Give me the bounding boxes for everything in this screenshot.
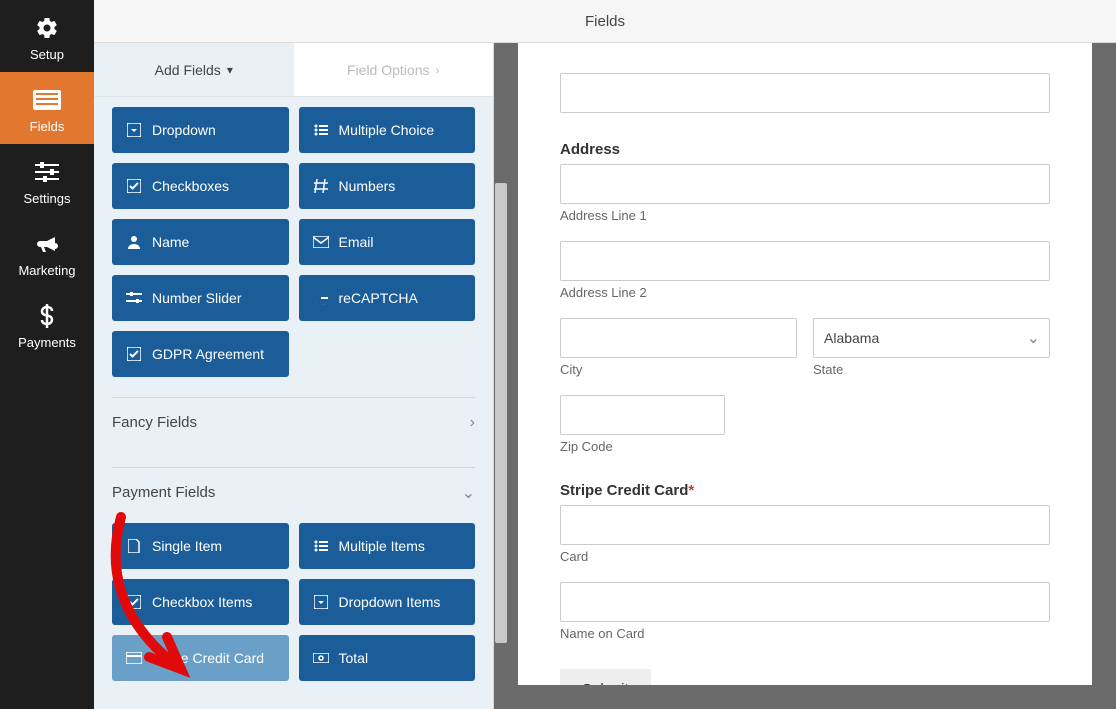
bullhorn-icon [35,231,59,257]
address-line1-input[interactable] [560,164,1050,204]
chevron-right-icon: › [435,63,439,77]
main-area: Fields Add Fields ▾ Field Options › Drop… [94,0,1116,709]
chevron-right-icon: › [470,414,475,432]
sidebar-item-marketing[interactable]: Marketing [0,216,94,288]
card-sub: Card [560,549,1050,564]
field-dropdown[interactable]: Dropdown [112,107,289,153]
chevron-down-icon: ▾ [227,63,233,77]
field-checkbox-items[interactable]: Checkbox Items [112,579,289,625]
list-icon [313,538,329,554]
fields-scroll[interactable]: Dropdown Multiple Choice Checkboxes Numb… [94,97,493,709]
sliders-h-icon [126,290,142,306]
form-canvas: Address Address Line 1 Address Line 2 Ci… [518,43,1092,685]
field-checkboxes[interactable]: Checkboxes [112,163,289,209]
card-input[interactable] [560,505,1050,545]
submit-button[interactable]: Submit [560,669,651,685]
field-single-item[interactable]: Single Item [112,523,289,569]
field-multiple-choice[interactable]: Multiple Choice [299,107,476,153]
field-gdpr[interactable]: GDPR Agreement [112,331,289,377]
fields-panel: Add Fields ▾ Field Options › Dropdown Mu… [94,43,494,709]
google-icon [313,290,329,306]
field-name[interactable]: Name [112,219,289,265]
dollar-icon [39,303,55,329]
field-recaptcha[interactable]: reCAPTCHA [299,275,476,321]
field-email[interactable]: Email [299,219,476,265]
section-fancy-fields[interactable]: Fancy Fields › [112,397,475,447]
sidebar-item-payments[interactable]: Payments [0,288,94,360]
address-label: Address [560,141,1050,158]
sidebar-label: Marketing [18,263,75,278]
check-square-icon [126,346,142,362]
zip-input[interactable] [560,395,725,435]
page-title: Fields [585,13,625,30]
caret-square-icon [313,594,329,610]
stripe-label: Stripe Credit Card* [560,482,1050,499]
sidebar-label: Payments [18,335,76,350]
preview-area: Address Address Line 1 Address Line 2 Ci… [494,43,1116,709]
field-numbers[interactable]: Numbers [299,163,476,209]
tab-field-options[interactable]: Field Options › [294,43,494,96]
field-dropdown-items[interactable]: Dropdown Items [299,579,476,625]
preview-input-top[interactable] [560,73,1050,113]
gear-icon [35,15,59,41]
field-number-slider[interactable]: Number Slider [112,275,289,321]
address-line2-sub: Address Line 2 [560,285,1050,300]
city-sub: City [560,362,797,377]
state-select[interactable] [813,318,1050,358]
card-icon [126,650,142,666]
field-total[interactable]: Total [299,635,476,681]
check-square-icon [126,594,142,610]
form-icon [33,87,61,113]
state-sub: State [813,362,1050,377]
field-multiple-items[interactable]: Multiple Items [299,523,476,569]
sidebar-item-settings[interactable]: Settings [0,144,94,216]
check-square-icon [126,178,142,194]
user-icon [126,234,142,250]
body-split: Add Fields ▾ Field Options › Dropdown Mu… [94,43,1116,709]
chevron-down-icon: ⌄ [462,483,475,503]
section-payment-fields[interactable]: Payment Fields ⌄ [112,467,475,517]
sidebar-label: Settings [24,191,71,206]
sidebar-label: Setup [30,47,64,62]
sidebar-item-setup[interactable]: Setup [0,0,94,72]
mail-icon [313,234,329,250]
zip-sub: Zip Code [560,439,725,454]
name-on-card-input[interactable] [560,582,1050,622]
sliders-icon [35,159,59,185]
page-header: Fields [94,0,1116,43]
main-sidebar: Setup Fields Settings Marketing Payments [0,0,94,709]
file-icon [126,538,142,554]
list-icon [313,122,329,138]
address-line2-input[interactable] [560,241,1050,281]
address-block: Address Address Line 1 [560,141,1050,223]
caret-square-icon [126,122,142,138]
hash-icon [313,178,329,194]
address-line1-sub: Address Line 1 [560,208,1050,223]
stripe-block: Stripe Credit Card* Card [560,482,1050,564]
sidebar-label: Fields [30,119,65,134]
city-input[interactable] [560,318,797,358]
field-stripe-credit-card[interactable]: Stripe Credit Card [112,635,289,681]
tab-add-fields[interactable]: Add Fields ▾ [94,43,294,96]
name-on-card-sub: Name on Card [560,626,1050,641]
sidebar-item-fields[interactable]: Fields [0,72,94,144]
scrollbar[interactable] [495,183,507,643]
money-icon [313,650,329,666]
panel-tabs: Add Fields ▾ Field Options › [94,43,493,97]
